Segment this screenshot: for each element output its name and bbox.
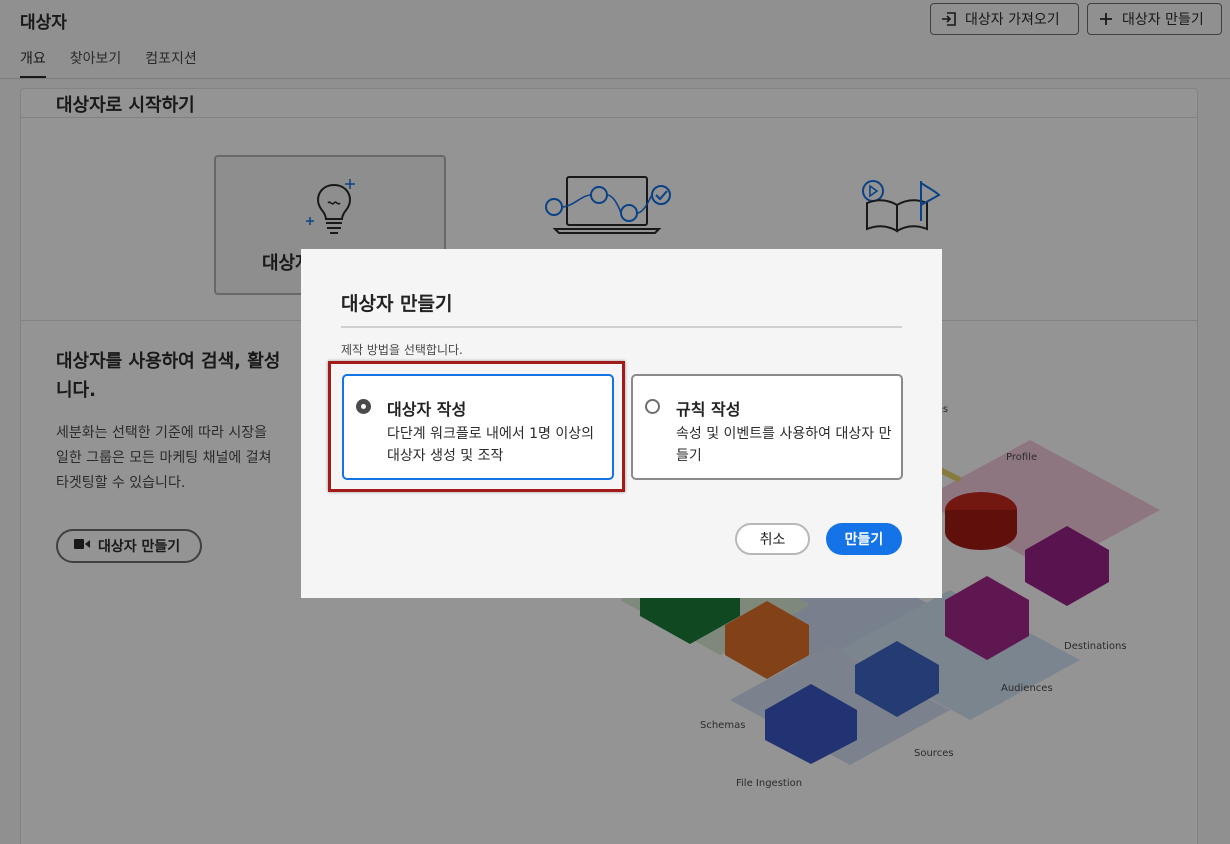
dialog-subtitle: 제작 방법을 선택합니다. xyxy=(341,343,463,357)
dialog-title: 대상자 만들기 xyxy=(341,293,453,315)
dialog-divider xyxy=(341,326,902,328)
create-button[interactable]: 만들기 xyxy=(826,523,902,555)
option-description: 속성 및 이벤트를 사용하여 대상자 만들기 xyxy=(676,426,892,464)
option-build-rule[interactable]: 규칙 작성 속성 및 이벤트를 사용하여 대상자 만들기 xyxy=(631,374,903,480)
cancel-button[interactable]: 취소 xyxy=(735,523,810,555)
annotation-highlight-box xyxy=(328,361,625,492)
radio-build-rule[interactable] xyxy=(645,399,660,414)
option-title: 규칙 작성 xyxy=(676,400,741,419)
